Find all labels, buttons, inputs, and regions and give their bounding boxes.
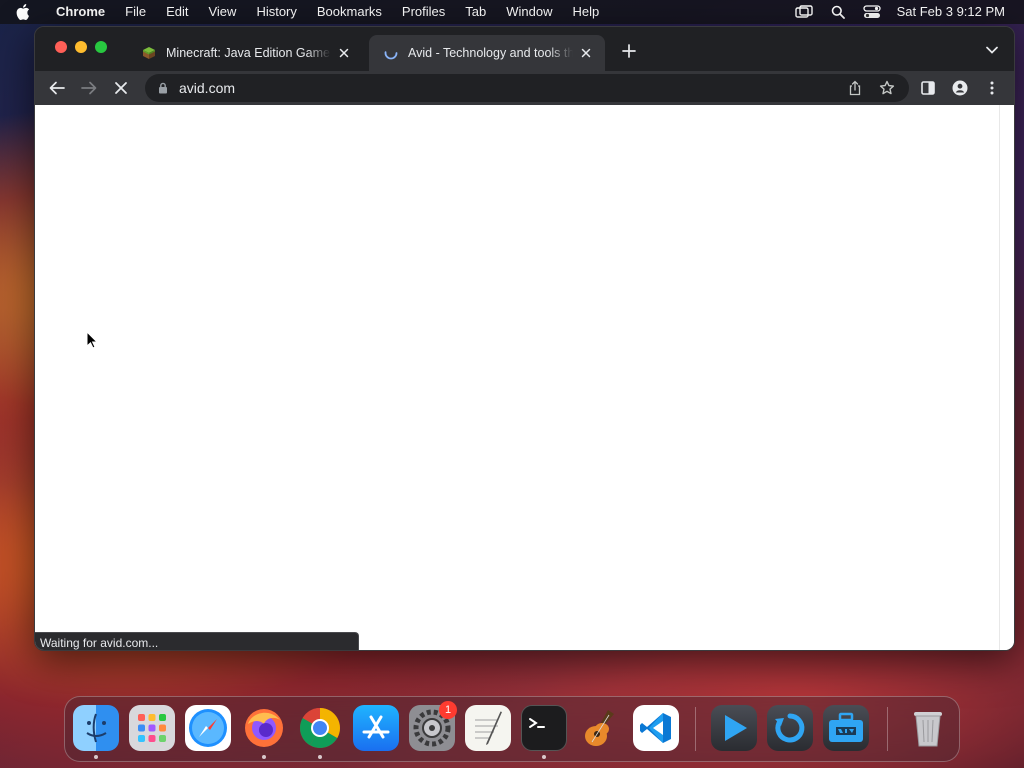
spotlight-search-icon[interactable] <box>827 0 849 24</box>
vertical-scrollbar[interactable] <box>999 105 1014 650</box>
dock-separator <box>695 707 696 751</box>
menu-profiles[interactable]: Profiles <box>392 0 455 24</box>
menu-file[interactable]: File <box>115 0 156 24</box>
control-center-icon[interactable] <box>861 0 883 24</box>
more-menu-icon[interactable] <box>981 77 1003 99</box>
menu-history[interactable]: History <box>246 0 306 24</box>
dock: 1 <box>64 696 960 762</box>
mouse-pointer-icon <box>86 331 98 349</box>
new-tab-plus-icon[interactable] <box>619 41 639 61</box>
dock-running-indicator <box>542 755 546 759</box>
loading-spinner-icon <box>383 45 399 61</box>
dock-divx-player-icon[interactable] <box>711 705 757 751</box>
status-bubble: Waiting for avid.com... <box>35 632 359 650</box>
dock-launchpad-icon[interactable] <box>129 705 175 751</box>
tab-title: Avid - Technology and tools th <box>408 46 573 60</box>
lock-icon[interactable] <box>157 81 169 95</box>
share-icon[interactable] <box>845 78 865 98</box>
browser-window: Minecraft: Java Edition Game C Avid - Te… <box>34 26 1015 651</box>
menu-bookmarks[interactable]: Bookmarks <box>307 0 392 24</box>
tab-avid[interactable]: Avid - Technology and tools th <box>369 35 605 71</box>
dock-system-preferences-icon[interactable]: 1 <box>409 701 457 751</box>
dock-terminal-icon[interactable] <box>521 705 567 751</box>
dock-divx-toolbox-icon[interactable] <box>823 705 869 751</box>
address-bar-url[interactable]: avid.com <box>179 80 235 96</box>
browser-toolbar: avid.com <box>35 71 1014 105</box>
dock-running-indicator <box>262 755 266 759</box>
stop-loading-x-icon[interactable] <box>110 77 132 99</box>
notification-badge: 1 <box>439 701 457 719</box>
tab-strip: Minecraft: Java Edition Game C Avid - Te… <box>35 27 1014 71</box>
window-controls <box>55 41 107 53</box>
apple-menu-icon[interactable] <box>16 4 38 20</box>
window-close-button[interactable] <box>55 41 67 53</box>
forward-arrow-icon[interactable] <box>78 77 100 99</box>
bookmark-star-icon[interactable] <box>877 78 897 98</box>
dock-divx-converter-icon[interactable] <box>767 705 813 751</box>
window-zoom-button[interactable] <box>95 41 107 53</box>
dock-textedit-icon[interactable] <box>465 705 511 751</box>
dock-separator <box>887 707 888 751</box>
back-arrow-icon[interactable] <box>46 77 68 99</box>
tab-title: Minecraft: Java Edition Game C <box>166 46 331 60</box>
dock-garageband-icon[interactable] <box>577 705 623 751</box>
minecraft-grass-block-icon <box>141 45 157 61</box>
dock-chrome-icon[interactable] <box>297 705 343 751</box>
menu-window[interactable]: Window <box>496 0 562 24</box>
page-content[interactable]: Waiting for avid.com... <box>35 105 1014 650</box>
menubar-clock[interactable]: Sat Feb 3 9:12 PM <box>889 0 1024 24</box>
dock-vscode-icon[interactable] <box>633 705 679 751</box>
dock-running-indicator <box>94 755 98 759</box>
tab-minecraft[interactable]: Minecraft: Java Edition Game C <box>127 35 363 71</box>
tab-search-chevron-down-icon[interactable] <box>984 42 1000 58</box>
menu-tab[interactable]: Tab <box>455 0 496 24</box>
menu-bar: Chrome File Edit View History Bookmarks … <box>0 0 1024 24</box>
tab-close-icon[interactable] <box>577 44 595 62</box>
menu-view[interactable]: View <box>198 0 246 24</box>
menu-edit[interactable]: Edit <box>156 0 198 24</box>
dock-app-store-icon[interactable] <box>353 705 399 751</box>
dock-trash-icon[interactable] <box>905 705 951 751</box>
profile-avatar-icon[interactable] <box>949 77 971 99</box>
window-minimize-button[interactable] <box>75 41 87 53</box>
dock-running-indicator <box>318 755 322 759</box>
tab-close-icon[interactable] <box>335 44 353 62</box>
dock-safari-icon[interactable] <box>185 705 231 751</box>
menu-help[interactable]: Help <box>563 0 610 24</box>
side-panel-icon[interactable] <box>917 77 939 99</box>
dock-finder-icon[interactable] <box>73 705 119 751</box>
screen-mirroring-icon[interactable] <box>793 0 815 24</box>
dock-firefox-icon[interactable] <box>241 705 287 751</box>
address-bar[interactable]: avid.com <box>145 74 909 102</box>
menu-app-name[interactable]: Chrome <box>52 0 115 24</box>
